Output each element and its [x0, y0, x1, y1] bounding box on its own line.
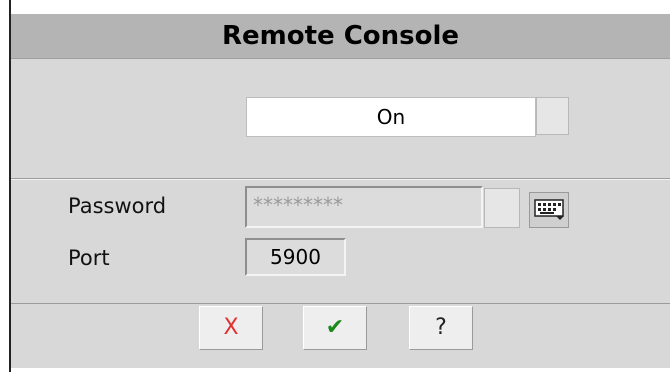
- close-icon: X: [223, 315, 239, 340]
- help-icon: ?: [435, 315, 447, 340]
- password-label: Password: [68, 194, 167, 218]
- remote-console-window: Remote Console On Password ********* Por…: [0, 0, 670, 372]
- dialog-title: Remote Console: [11, 14, 670, 59]
- state-dropdown-button[interactable]: [536, 97, 569, 135]
- cancel-button[interactable]: X: [199, 306, 263, 350]
- port-input[interactable]: 5900: [245, 238, 346, 276]
- section-divider: [11, 178, 670, 180]
- keyboard-button[interactable]: [529, 192, 569, 228]
- help-button[interactable]: ?: [409, 306, 473, 350]
- state-select[interactable]: On: [246, 97, 536, 137]
- ok-button[interactable]: ✔: [303, 306, 367, 350]
- port-label: Port: [68, 246, 110, 270]
- password-input[interactable]: *********: [245, 186, 483, 228]
- keyboard-icon: [534, 199, 564, 220]
- password-button[interactable]: [484, 188, 520, 228]
- check-icon: ✔: [325, 315, 345, 340]
